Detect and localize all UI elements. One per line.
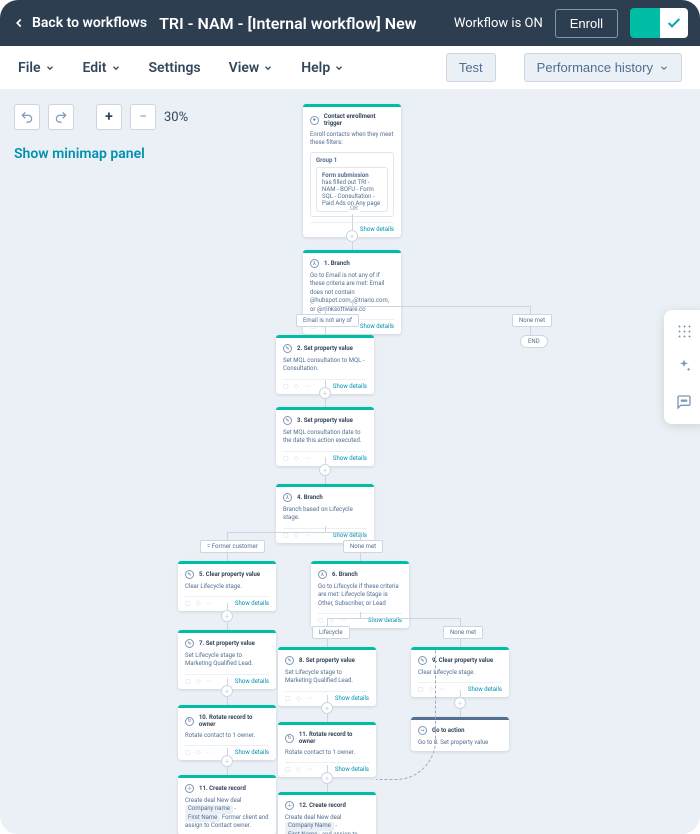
form-label: Form submission (322, 172, 382, 179)
menu-edit-label: Edit (83, 60, 107, 76)
edit-icon: ✎ (185, 639, 194, 648)
add-step-button[interactable]: + (221, 685, 233, 697)
add-step-button[interactable]: + (346, 230, 358, 242)
undo-icon (20, 110, 34, 124)
helper-panel (664, 310, 700, 424)
branch-label-lifecycle[interactable]: Lifecycle (312, 626, 350, 639)
plus-icon: ＋ (185, 784, 194, 793)
menu-help[interactable]: Help (301, 60, 344, 76)
show-details-link[interactable]: Show details (333, 383, 367, 390)
branch-label-none[interactable]: None met (343, 540, 383, 553)
branch-label-none[interactable]: None met (512, 314, 552, 327)
node-create-record-11[interactable]: ＋11. Create record Create deal New deal … (178, 775, 276, 834)
or-badge: OR (346, 205, 362, 212)
edit-icon: ✎ (283, 344, 292, 353)
branch-icon: λ (318, 570, 327, 579)
branch-label-email[interactable]: Email is not any of (296, 314, 359, 327)
chevron-down-icon (45, 63, 55, 73)
redo-button[interactable] (48, 104, 74, 130)
edit-icon: ✎ (283, 416, 292, 425)
rotate-icon: ↻ (185, 717, 194, 726)
menu-file-label: File (18, 60, 41, 76)
flow-graph: ● Contact enrollment trigger Enroll cont… (0, 90, 700, 834)
show-details-link[interactable]: Show details (335, 766, 369, 773)
sparkle-icon[interactable] (676, 358, 692, 374)
menu-settings-label: Settings (149, 60, 201, 76)
show-details-link[interactable]: Show details (360, 226, 394, 233)
performance-history-button[interactable]: Performance history (524, 53, 682, 82)
zoom-in-button[interactable]: + (96, 104, 122, 130)
enroll-button[interactable]: Enroll (555, 9, 618, 38)
menubar: File Edit Settings View Help Test Perfor… (0, 46, 700, 90)
show-details-link[interactable]: Show details (468, 686, 502, 693)
node-create-record-12[interactable]: ＋12. Create record Create deal New deal … (278, 792, 376, 834)
branch-label-none[interactable]: None met (443, 626, 483, 639)
redo-icon (54, 110, 68, 124)
menu-help-label: Help (301, 60, 330, 76)
goto-connector (376, 650, 436, 780)
zoom-out-button[interactable]: − (130, 104, 156, 130)
chevron-down-icon (334, 63, 344, 73)
node-sub: Enroll contacts when they meet these fil… (310, 131, 394, 148)
show-details-link[interactable]: Show details (360, 323, 394, 330)
end-chip: END (520, 335, 548, 348)
zoom-level: 30% (164, 110, 188, 125)
group-label: Group 1 (316, 157, 388, 164)
chevron-left-icon (12, 16, 26, 30)
menu-view[interactable]: View (229, 60, 274, 76)
add-step-button[interactable]: + (319, 464, 331, 476)
menu-view-label: View (229, 60, 260, 76)
show-details-link[interactable]: Show details (335, 695, 369, 702)
back-label: Back to workflows (32, 15, 147, 31)
show-details-link[interactable]: Show details (333, 455, 367, 462)
branch-icon: λ (283, 493, 292, 502)
user-icon: ● (310, 116, 319, 125)
performance-history-label: Performance history (537, 60, 653, 75)
test-button[interactable]: Test (446, 53, 496, 82)
show-details-link[interactable]: Show details (235, 749, 269, 756)
menu-settings[interactable]: Settings (149, 60, 201, 76)
add-step-button[interactable]: + (221, 755, 233, 767)
canvas-toolbar: + − 30% (14, 104, 188, 130)
comment-icon[interactable] (676, 394, 692, 410)
chevron-down-icon (111, 63, 121, 73)
add-step-button[interactable]: + (321, 772, 333, 784)
apps-icon[interactable] (677, 324, 691, 338)
show-details-link[interactable]: Show details (235, 600, 269, 607)
edit-icon: ✎ (285, 656, 294, 665)
branch-icon: λ (310, 259, 319, 268)
plus-icon: ＋ (285, 801, 294, 810)
show-details-link[interactable]: Show details (235, 678, 269, 685)
add-step-button[interactable]: + (321, 702, 333, 714)
menu-file[interactable]: File (18, 60, 55, 76)
chevron-down-icon (263, 63, 273, 73)
review-chip[interactable] (630, 8, 688, 38)
undo-button[interactable] (14, 104, 40, 130)
add-step-button[interactable]: + (319, 387, 331, 399)
show-minimap-link[interactable]: Show minimap panel (14, 146, 145, 162)
chevron-down-icon (659, 63, 669, 73)
filter-text: has filled out TRI - NAM - BOFU - Form S… (322, 179, 382, 207)
branch-label-former-customer[interactable]: = Former customer (200, 540, 265, 553)
add-step-button[interactable]: + (221, 610, 233, 622)
check-icon (666, 15, 682, 31)
back-to-workflows-link[interactable]: Back to workflows (12, 15, 147, 31)
add-step-button[interactable]: + (454, 697, 466, 709)
workflow-title[interactable]: TRI - NAM - [Internal workflow] New (159, 14, 442, 33)
workflow-status: Workflow is ON (454, 16, 543, 31)
menu-edit[interactable]: Edit (83, 60, 121, 76)
edit-icon: ✎ (185, 570, 194, 579)
topbar: Back to workflows TRI - NAM - [Internal … (0, 0, 700, 46)
node-title: Contact enrollment trigger (324, 113, 394, 127)
workflow-canvas[interactable]: + − 30% Show minimap panel ● Contact enr… (0, 90, 700, 834)
rotate-icon: ↻ (285, 734, 294, 743)
